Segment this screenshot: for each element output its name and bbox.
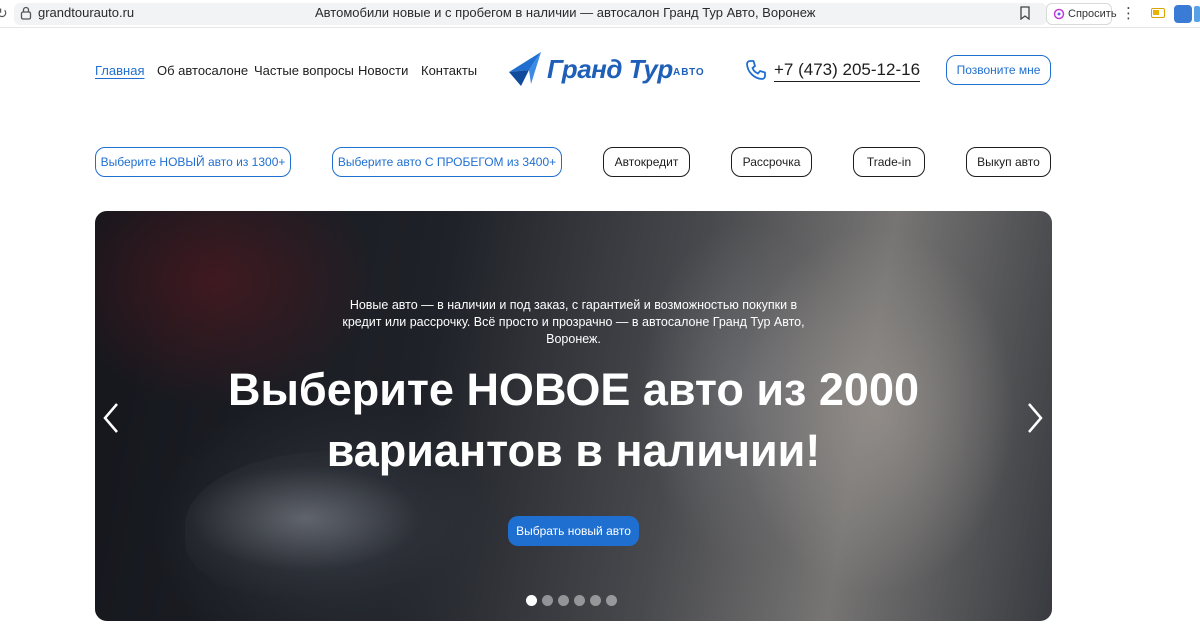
reload-icon[interactable]: ↻: [0, 5, 8, 21]
url-text[interactable]: grandtourauto.ru: [38, 5, 134, 20]
slider-prev-arrow-icon[interactable]: [101, 401, 121, 435]
slider-dot[interactable]: [558, 595, 569, 606]
page-title: Автомобили новые и с пробегом в наличии …: [315, 5, 816, 20]
hero-title: Выберите НОВОЕ авто из 2000 вариантов в …: [227, 364, 920, 476]
site-info-icon[interactable]: [20, 6, 32, 20]
hero-subtitle: Новые авто — в наличии и под заказ, с га…: [342, 298, 805, 346]
more-menu-icon[interactable]: ⋮: [1121, 4, 1136, 22]
slider-dot[interactable]: [590, 595, 601, 606]
phone-icon: [746, 60, 766, 80]
nav-contacts[interactable]: Контакты: [421, 63, 477, 78]
ask-ai-button[interactable]: Спросить: [1046, 3, 1117, 25]
nav-about[interactable]: Об автосалоне: [157, 63, 248, 78]
slider-next-arrow-icon[interactable]: [1025, 401, 1045, 435]
slider-dot[interactable]: [606, 595, 617, 606]
extension-icon-2[interactable]: [1194, 6, 1200, 22]
browser-toolbar: ↻ grandtourauto.ru Автомобили новые и с …: [0, 0, 1200, 28]
choose-new-car-button[interactable]: Выбрать новый авто: [508, 516, 639, 546]
trade-in-button[interactable]: Trade-in: [853, 147, 925, 177]
phone-number-link[interactable]: +7 (473) 205-12-16: [774, 60, 921, 82]
logo-text: Гранд Тур: [547, 54, 673, 84]
callback-button[interactable]: Позвоните мне: [946, 55, 1051, 85]
extension-icon[interactable]: [1174, 5, 1192, 23]
nav-home[interactable]: Главная: [95, 63, 144, 78]
battery-icon: [1151, 8, 1165, 18]
nav-news[interactable]: Новости: [358, 63, 408, 78]
car-loan-button[interactable]: Автокредит: [603, 147, 690, 177]
site-logo[interactable]: Гранд Тур АВТО: [507, 50, 707, 90]
logo-subtext: АВТО: [673, 67, 705, 78]
car-buyout-button[interactable]: Выкуп авто: [966, 147, 1051, 177]
ask-ai-label: Спросить: [1068, 8, 1117, 20]
used-cars-button[interactable]: Выберите авто С ПРОБЕГОМ из 3400+: [332, 147, 562, 177]
slider-dot[interactable]: [542, 595, 553, 606]
ai-sparkle-icon: [1053, 8, 1065, 20]
slider-dot[interactable]: [526, 595, 537, 606]
bookmark-icon[interactable]: [1019, 6, 1031, 20]
logo-arrow-icon: [509, 52, 541, 86]
new-cars-button[interactable]: Выберите НОВЫЙ авто из 1300+: [95, 147, 291, 177]
hero-slider: Новые авто — в наличии и под заказ, с га…: [95, 211, 1052, 621]
installment-button[interactable]: Рассрочка: [731, 147, 812, 177]
nav-faq[interactable]: Частые вопросы: [254, 63, 354, 78]
slider-dot[interactable]: [574, 595, 585, 606]
